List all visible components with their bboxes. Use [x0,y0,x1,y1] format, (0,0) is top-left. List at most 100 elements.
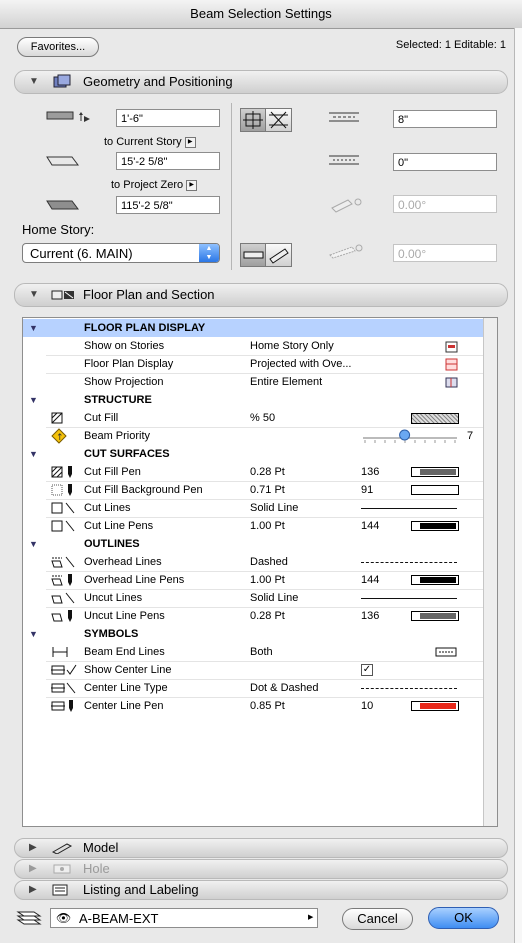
row-label: Cut Fill Pen [84,466,141,478]
beam-priority-slider[interactable] [361,429,459,443]
pen-swatch[interactable] [411,611,459,621]
layer-visibility-eye-icon[interactable]: 👁 [56,911,71,925]
cut-line-pens-row[interactable]: Cut Line Pens 1.00 Pt 144 [23,517,483,535]
pen-number[interactable]: 144 [361,571,379,589]
group-toggle-icon[interactable]: ▼ [29,319,38,337]
anchor-center-toggle[interactable] [240,108,267,132]
cut-lines-row[interactable]: Cut Lines Solid Line [23,499,483,517]
favorites-button[interactable]: Favorites... [17,37,99,57]
center-line-type-row[interactable]: Center Line Type Dot & Dashed [23,679,483,697]
overhead-lines-row[interactable]: Overhead Lines Dashed [23,553,483,571]
show-on-stories-row[interactable]: Show on Stories Home Story Only [23,337,483,355]
pen-line-icon [65,520,75,532]
collapse-triangle-icon[interactable]: ▼ [29,71,39,93]
row-value[interactable]: 1.00 Pt [250,517,285,535]
cut-fill-pen-row[interactable]: Cut Fill Pen 0.28 Pt 136 [23,463,483,481]
beam-width-field[interactable]: 8" [393,110,497,128]
geometry-section-header[interactable]: ▼ Geometry and Positioning [14,70,508,94]
floor-plan-display-row[interactable]: Floor Plan Display Projected with Ove... [23,355,483,373]
model-section-header[interactable]: ▶ Model [14,838,508,858]
row-value[interactable]: Dot & Dashed [250,679,318,697]
beam-slanted-toggle[interactable] [265,243,292,267]
pen-number[interactable]: 136 [361,607,379,625]
floor-plan-section-header[interactable]: ▼ Floor Plan and Section [14,283,508,307]
beam-horizontal-toggle[interactable] [240,243,267,267]
group-symbols[interactable]: ▼ SYMBOLS [23,625,483,643]
beam-priority-value: 7 [467,430,474,442]
row-value[interactable]: % 50 [250,409,275,427]
row-value[interactable]: 0.28 Pt [250,607,285,625]
expand-triangle-icon[interactable]: ▶ [29,881,37,899]
pen-swatch[interactable] [411,467,459,477]
row-value[interactable]: Entire Element [250,373,322,391]
beam-end-icon [52,647,68,657]
center-line-pen-row[interactable]: Center Line Pen 0.85 Pt 10 [23,697,483,715]
pen-number[interactable]: 136 [361,463,379,481]
row-value[interactable]: Both [250,643,273,661]
beam-offset-icon [46,156,79,166]
solid-line-preview [361,598,457,599]
row-value[interactable]: 0.85 Pt [250,697,285,715]
uncut-line-pens-row[interactable]: Uncut Line Pens 0.28 Pt 136 [23,607,483,625]
reference-popup-icon[interactable]: ▶ [184,136,196,148]
collapse-triangle-icon[interactable]: ▼ [29,284,39,306]
current-story-elevation-field[interactable]: 15'-2 5/8" [116,152,220,170]
geometry-section-label: Geometry and Positioning [83,74,233,89]
uncut-lines-row[interactable]: Uncut Lines Solid Line [23,589,483,607]
ok-button[interactable]: OK [428,907,499,929]
hole-section-header[interactable]: ▶ Hole [14,859,508,879]
pen-swatch[interactable] [411,575,459,585]
group-toggle-icon[interactable]: ▼ [29,445,38,463]
row-label: Center Line Pen [84,700,164,712]
row-value[interactable]: Solid Line [250,589,298,607]
anchor-mirror-toggle[interactable] [265,108,292,132]
slant-angle-icon [331,198,362,213]
reference-popup-icon[interactable]: ▶ [186,179,198,191]
beam-priority-row[interactable]: ↑ Beam Priority 7 [23,427,483,445]
expand-triangle-icon[interactable]: ▶ [29,839,37,857]
pen-number[interactable]: 91 [361,481,373,499]
cut-fill-background-pen-row[interactable]: Cut Fill Background Pen 0.71 Pt 91 [23,481,483,499]
pen-number[interactable]: 144 [361,517,379,535]
row-label: Overhead Line Pens [84,574,185,586]
show-center-line-row[interactable]: Show Center Line ✓ [23,661,483,679]
list-scrollbar[interactable] [483,318,497,826]
beam-height-icon [46,111,90,122]
beam-offset-field[interactable]: 0" [393,153,497,171]
pen-number[interactable]: 10 [361,697,373,715]
beam-end-lines-row[interactable]: Beam End Lines Both [23,643,483,661]
group-outlines[interactable]: ▼ OUTLINES [23,535,483,553]
row-value[interactable]: 0.71 Pt [250,481,285,499]
pen-swatch[interactable] [411,521,459,531]
group-toggle-icon[interactable]: ▼ [29,391,38,409]
overhead-line-pens-row[interactable]: Overhead Line Pens 1.00 Pt 144 [23,571,483,589]
show-projection-row[interactable]: Show Projection Entire Element [23,373,483,391]
group-cut-surfaces[interactable]: ▼ CUT SURFACES [23,445,483,463]
listing-section-label: Listing and Labeling [83,882,199,897]
slider-knob[interactable] [399,429,411,441]
home-story-select[interactable]: Current (6. MAIN) ▲ ▼ [22,243,220,263]
row-value[interactable]: Dashed [250,553,288,571]
listing-section-header[interactable]: ▶ Listing and Labeling [14,880,508,900]
beam-height-field[interactable]: 1'-6" [116,109,220,127]
group-toggle-icon[interactable]: ▼ [29,625,38,643]
row-value[interactable]: 0.28 Pt [250,463,285,481]
row-label: Cut Line Pens [84,520,154,532]
group-toggle-icon[interactable]: ▼ [29,535,38,553]
pen-swatch[interactable] [411,701,459,711]
group-floor-plan-display[interactable]: ▼ FLOOR PLAN DISPLAY [23,319,483,337]
floor-plan-settings-list[interactable]: ▼ FLOOR PLAN DISPLAY Show on Stories Hom… [22,317,498,827]
cancel-button[interactable]: Cancel [342,908,413,930]
pen-swatch[interactable] [411,485,459,495]
row-value[interactable]: Projected with Ove... [250,355,352,373]
row-value[interactable]: Home Story Only [250,337,334,355]
project-zero-elevation-field[interactable]: 115'-2 5/8" [116,196,220,214]
show-center-line-checkbox[interactable]: ✓ [361,664,373,676]
row-value[interactable]: 1.00 Pt [250,571,285,589]
row-value[interactable]: Solid Line [250,499,298,517]
layer-select[interactable]: 👁 A-BEAM-EXT ▶ [50,908,318,928]
center-line-pen-icon [51,700,73,712]
group-structure[interactable]: ▼ STRUCTURE [23,391,483,409]
cut-fill-row[interactable]: Cut Fill % 50 [23,409,483,427]
cut-fill-swatch[interactable] [411,413,459,424]
